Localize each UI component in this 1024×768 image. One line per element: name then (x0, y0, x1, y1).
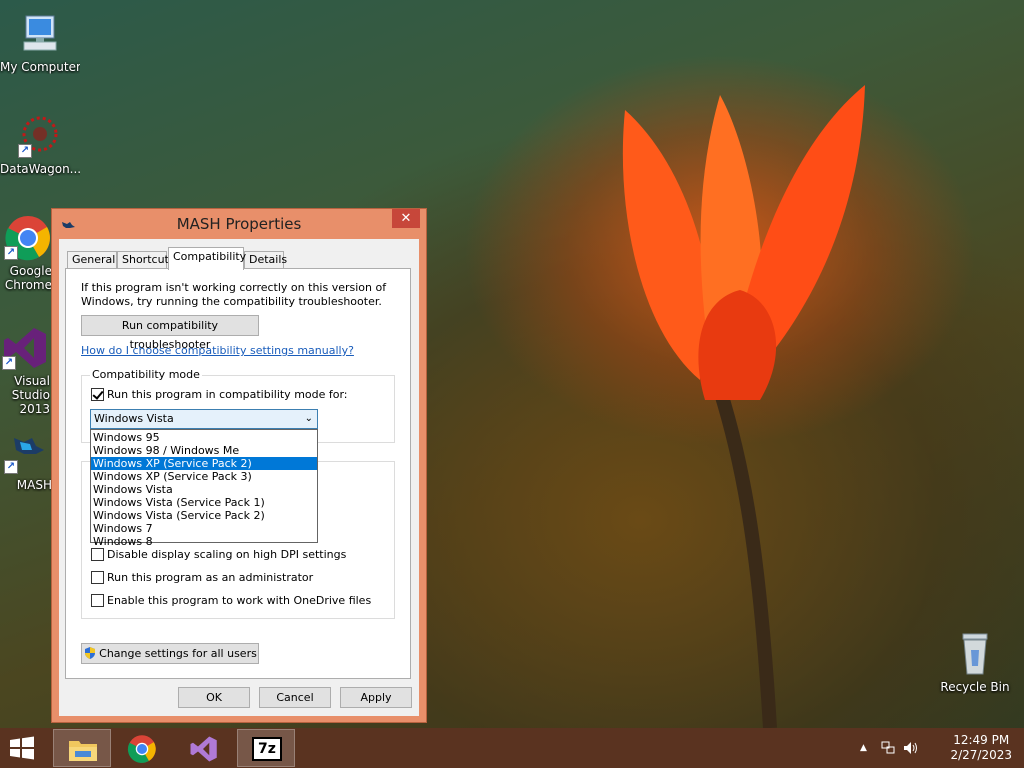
compat-mode-checkbox[interactable] (91, 387, 104, 401)
taskbar-file-explorer[interactable] (53, 729, 111, 767)
datawagon-icon: ↗ (16, 112, 64, 160)
run-as-admin-label: Run this program as an administrator (107, 570, 314, 584)
run-as-admin-checkbox-row[interactable]: Run this program as an administrator (91, 570, 313, 584)
os-option[interactable]: Windows Vista (91, 483, 317, 496)
run-troubleshooter-button[interactable]: Run compatibility troubleshooter (81, 315, 259, 351)
os-option[interactable]: Windows 98 / Windows Me (91, 444, 317, 457)
desktop-icon-google-chrome[interactable]: ↗ Google Chrome (0, 214, 56, 292)
os-option-highlighted[interactable]: Windows XP (Service Pack 2) (91, 457, 317, 470)
taskbar: 7z ▲ 12:49 PM 2/27/2023 (0, 728, 1024, 768)
tab-compatibility[interactable]: Compatibility (168, 247, 246, 270)
dpi-scaling-checkbox[interactable] (91, 547, 104, 561)
tab-shortcut[interactable]: Shortcut (117, 251, 169, 269)
volume-icon[interactable] (902, 740, 918, 756)
os-option[interactable]: Windows Vista (Service Pack 2) (91, 509, 317, 522)
chrome-icon (127, 735, 156, 763)
dpi-scaling-checkbox-row[interactable]: Disable display scaling on high DPI sett… (91, 547, 346, 561)
tab-details[interactable]: Details (244, 251, 287, 269)
chrome-icon: ↗ (2, 214, 50, 262)
onedrive-checkbox-row[interactable]: Enable this program to work with OneDriv… (91, 593, 371, 607)
clock-time: 12:49 PM (953, 733, 1010, 747)
os-option[interactable]: Windows Vista (Service Pack 1) (91, 496, 317, 509)
desktop-icon-mash[interactable]: ↗ MASH (0, 428, 56, 492)
compat-mode-checkbox-label: Run this program in compatibility mode f… (107, 387, 348, 401)
desktop-icon-label: DataWagon... (0, 162, 80, 176)
desktop-icon-datawagon[interactable]: ↗ DataWagon... (0, 112, 80, 176)
taskbar-7zip[interactable]: 7z (237, 729, 295, 767)
desktop-icon-my-computer[interactable]: My Computer (0, 10, 80, 74)
os-version-select[interactable]: Windows Vista ⌄ (90, 409, 318, 429)
taskbar-google-chrome[interactable] (114, 729, 172, 767)
show-hidden-icons-icon[interactable]: ▲ (860, 743, 867, 753)
dialog-client-area: General Shortcut Compatibility Details I… (59, 239, 419, 716)
desktop-icon-label: MASH (16, 478, 52, 492)
compatibility-mode-label: Compatibility mode (90, 368, 202, 381)
onedrive-checkbox[interactable] (91, 593, 104, 607)
folder-icon (69, 741, 97, 761)
dpi-scaling-label: Disable display scaling on high DPI sett… (107, 547, 347, 561)
desktop-icon-label: Recycle Bin (940, 680, 1010, 694)
os-option[interactable]: Windows 8 (91, 535, 317, 548)
change-settings-label: Change settings for all users (99, 647, 257, 660)
tab-general[interactable]: General (67, 251, 117, 269)
compatibility-panel: If this program isn't working correctly … (65, 268, 411, 679)
clock[interactable]: 12:49 PM 2/27/2023 (950, 733, 1012, 763)
cancel-button[interactable]: Cancel (259, 687, 331, 708)
mash-properties-window: MASH Properties ✕ General Shortcut Compa… (51, 208, 427, 723)
shortcut-arrow-icon: ↗ (4, 460, 18, 474)
apply-button[interactable]: Apply (340, 687, 412, 708)
mash-icon: ↗ (2, 428, 50, 476)
recycle-bin-icon (951, 630, 999, 678)
desktop-icon-label: Visual Studio 2013 (11, 374, 50, 416)
shortcut-arrow-icon: ↗ (4, 246, 18, 260)
computer-icon (16, 10, 64, 58)
change-settings-all-users-button[interactable]: Change settings for all users (81, 643, 259, 664)
visual-studio-icon (190, 736, 217, 762)
visual-studio-icon: ↗ (0, 324, 48, 372)
windows-start-icon[interactable] (6, 734, 38, 762)
os-option[interactable]: Windows XP (Service Pack 3) (91, 470, 317, 483)
system-tray: ▲ 12:49 PM 2/27/2023 (844, 728, 1024, 768)
shortcut-arrow-icon: ↗ (2, 356, 16, 370)
chevron-down-icon: ⌄ (304, 413, 313, 424)
os-option[interactable]: Windows 95 (91, 431, 317, 444)
uac-shield-icon (85, 647, 96, 659)
run-as-admin-checkbox[interactable] (91, 570, 104, 584)
title-bar[interactable]: MASH Properties ✕ (52, 209, 426, 239)
manual-settings-link[interactable]: How do I choose compatibility settings m… (81, 344, 354, 357)
7zip-glyph: 7z (258, 741, 276, 757)
clock-date: 2/27/2023 (950, 748, 1012, 762)
desktop-icon-visual-studio[interactable]: ↗ Visual Studio 2013 (0, 324, 54, 416)
taskbar-visual-studio[interactable] (175, 729, 233, 767)
os-option[interactable]: Windows 7 (91, 522, 317, 535)
shortcut-arrow-icon: ↗ (18, 144, 32, 158)
7zip-icon: 7z (252, 737, 282, 761)
desktop-icon-recycle-bin[interactable]: Recycle Bin (935, 630, 1015, 694)
os-version-selected: Windows Vista (94, 412, 174, 425)
onedrive-label: Enable this program to work with OneDriv… (107, 593, 372, 607)
desktop-icon-label: Google Chrome (4, 264, 52, 292)
os-version-dropdown-list: Windows 95 Windows 98 / Windows Me Windo… (90, 429, 318, 548)
close-button[interactable]: ✕ (392, 209, 420, 228)
compat-mode-checkbox-row[interactable]: Run this program in compatibility mode f… (91, 387, 348, 401)
network-icon[interactable] (880, 740, 896, 756)
window-title: MASH Properties (176, 215, 302, 233)
intro-text: If this program isn't working correctly … (81, 281, 387, 308)
desktop-icon-label: My Computer (0, 60, 80, 74)
ok-button[interactable]: OK (178, 687, 250, 708)
